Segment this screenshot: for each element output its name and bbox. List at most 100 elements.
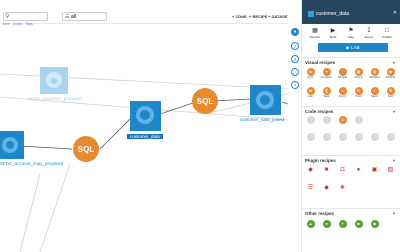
right-icon-strip: ● i ≡ … • xyxy=(288,0,302,252)
panel-actions: ▦ Explore ▶ Build ⚑ Flag ↧ Export □ Publ… xyxy=(302,24,400,56)
other-recipe[interactable]: ■ xyxy=(351,220,366,228)
collapse-icon[interactable]: ▼ xyxy=(392,211,396,216)
section-title: Visual recipes xyxy=(305,60,336,65)
flow-edge xyxy=(19,145,73,150)
recipe-stack[interactable]: ≡ Stack xyxy=(367,87,382,99)
other-recipe[interactable]: ▲ xyxy=(303,220,318,228)
filter-box[interactable]: ☰ xyxy=(62,12,107,21)
code-recipe[interactable] xyxy=(303,133,318,141)
other-recipe[interactable]: ✶ xyxy=(335,220,350,228)
other-recipe[interactable]: ● xyxy=(319,220,334,228)
search-input[interactable] xyxy=(12,13,47,20)
details-icon[interactable]: ● xyxy=(291,28,299,36)
publish-button[interactable]: □ Publish xyxy=(378,27,396,39)
sql-recipe-node[interactable]: SQL xyxy=(192,88,218,114)
collapse-icon[interactable]: ▼ xyxy=(392,158,396,163)
dataset-node[interactable] xyxy=(250,85,281,115)
divider xyxy=(302,155,400,156)
code-recipe[interactable] xyxy=(303,116,318,124)
recipe-sort[interactable]: ⇅ Sort xyxy=(383,87,398,99)
dataset-label[interactable]: SFDC_customer_prepared xyxy=(28,96,82,101)
collapse-icon[interactable]: ▼ xyxy=(392,60,396,65)
recipe-sample[interactable]: ⋮ Sample xyxy=(335,68,350,80)
add-zone-button[interactable]: + ZONE xyxy=(232,13,247,20)
section-title: Plugin recipes xyxy=(305,158,336,163)
flow-edge xyxy=(99,118,131,150)
sql-recipe-node[interactable]: SQL xyxy=(73,136,99,162)
code-recipe[interactable] xyxy=(319,116,334,124)
panel-title: customer_data xyxy=(316,11,350,17)
search-icon: ⚲ xyxy=(5,14,10,20)
download-icon: ↧ xyxy=(366,28,372,34)
section-title: Code recipes xyxy=(305,109,334,114)
code-recipe[interactable] xyxy=(351,133,366,141)
add-dataset-button[interactable]: + DATASET xyxy=(268,13,290,20)
recipe-prepare[interactable]: ✦ Prepare xyxy=(319,68,334,80)
flag-icon: ⚑ xyxy=(348,28,354,34)
recipe-pivot[interactable]: ↻ Pivot xyxy=(351,87,366,99)
code-recipes-section: Code recipes ▼ S xyxy=(302,106,400,156)
visual-recipes-section: Visual recipes ▼ ⇆ Sync ✦ Prepare ⋮ Sample … xyxy=(302,57,400,113)
flow-toolbar: ⚲ ☰ Item Zones Tags + ZONE + RECIPE + DA… xyxy=(0,0,290,26)
schema-icon[interactable]: ≡ xyxy=(291,55,299,63)
plugin-recipe[interactable]: ● xyxy=(351,166,366,174)
add-recipe-button[interactable]: + RECIPE xyxy=(249,13,267,20)
info-icon[interactable]: i xyxy=(291,42,299,50)
dataset-icon xyxy=(308,11,314,17)
code-recipe[interactable] xyxy=(335,133,350,141)
dataset-node[interactable]: ● xyxy=(40,67,68,94)
build-button[interactable]: ▶ Build xyxy=(324,27,342,39)
recipe-fuzzy[interactable]: ≈ Fuzzy xyxy=(335,87,350,99)
plugin-recipe[interactable]: ◆ xyxy=(303,166,318,174)
lab-button[interactable]: ▶ LAB xyxy=(318,43,388,52)
code-recipe[interactable] xyxy=(383,133,398,141)
recipe-sync[interactable]: ⇆ Sync xyxy=(303,68,318,80)
export-button[interactable]: ↧ Export xyxy=(360,27,378,39)
divider xyxy=(302,106,400,107)
plugin-recipe[interactable]: ☰ xyxy=(303,184,318,192)
plugin-recipe[interactable]: ▨ xyxy=(383,166,398,174)
lab-icon[interactable]: • xyxy=(291,81,299,89)
plugin-recipe[interactable]: ⚖ xyxy=(335,166,350,174)
dataset-label[interactable]: SFDC_account_copy_prepared xyxy=(0,161,63,166)
other-recipe[interactable]: ◆ xyxy=(367,220,382,228)
dataset-label-selected[interactable]: customer_data xyxy=(127,134,163,139)
recipe-distinct[interactable]: ◆ Distinct xyxy=(383,68,398,80)
flow-edge xyxy=(19,173,41,252)
plugin-recipe[interactable]: ◆ xyxy=(319,184,334,192)
dataset-node[interactable] xyxy=(0,131,24,159)
explore-button[interactable]: ▦ Explore xyxy=(306,27,324,39)
table-icon: ▦ xyxy=(312,28,318,34)
flow-edge xyxy=(39,163,71,252)
close-icon[interactable]: ✕ xyxy=(393,10,397,16)
code-recipe[interactable] xyxy=(351,116,366,124)
recipe-join[interactable]: ⋈ Join xyxy=(303,87,318,99)
code-recipe[interactable] xyxy=(367,133,382,141)
other-recipes-section: Other recipes ▼ ▲ ● ✶ ■ ◆ xyxy=(302,208,400,252)
code-recipe[interactable] xyxy=(319,133,334,141)
panel-header: customer_data ✕ xyxy=(302,0,400,24)
section-title: Other recipes xyxy=(305,211,335,216)
dataset-label[interactable]: customer_data_joined xyxy=(240,117,284,122)
plugin-recipe[interactable]: ■ xyxy=(319,166,334,174)
dataiku-flow-screen: ⚲ ☰ Item Zones Tags + ZONE + RECIPE + DA… xyxy=(0,0,400,252)
flow-edge xyxy=(213,98,251,102)
divider xyxy=(302,208,400,209)
publish-icon: □ xyxy=(385,28,389,34)
flow-canvas[interactable]: ● SQL SQL SFDC_customer_prepared custome… xyxy=(0,24,288,252)
svg-text:SQL: SQL xyxy=(197,97,214,106)
recipe-group[interactable]: ▣ Group xyxy=(351,68,366,80)
search-box[interactable]: ⚲ xyxy=(3,12,48,21)
recipe-window[interactable]: ▤ Window xyxy=(367,68,382,80)
plugin-recipe[interactable]: ❖ xyxy=(335,184,350,192)
plugin-recipe[interactable]: ▣ xyxy=(367,166,382,174)
dataset-node[interactable] xyxy=(130,101,161,131)
filter-input[interactable] xyxy=(71,13,105,20)
flag-button[interactable]: ⚑ Flag xyxy=(342,27,360,39)
svg-text:●: ● xyxy=(51,76,58,85)
discussion-icon[interactable]: … xyxy=(291,68,299,76)
code-recipe[interactable]: S xyxy=(335,116,350,124)
collapse-icon[interactable]: ▼ xyxy=(392,109,396,114)
recipe-split[interactable]: ⋚ Split xyxy=(319,87,334,99)
plugin-recipes-section: Plugin recipes ▼ ◆ ■ ⚖ ● ▣ ▨ ☰ ◆ ❖ xyxy=(302,155,400,210)
